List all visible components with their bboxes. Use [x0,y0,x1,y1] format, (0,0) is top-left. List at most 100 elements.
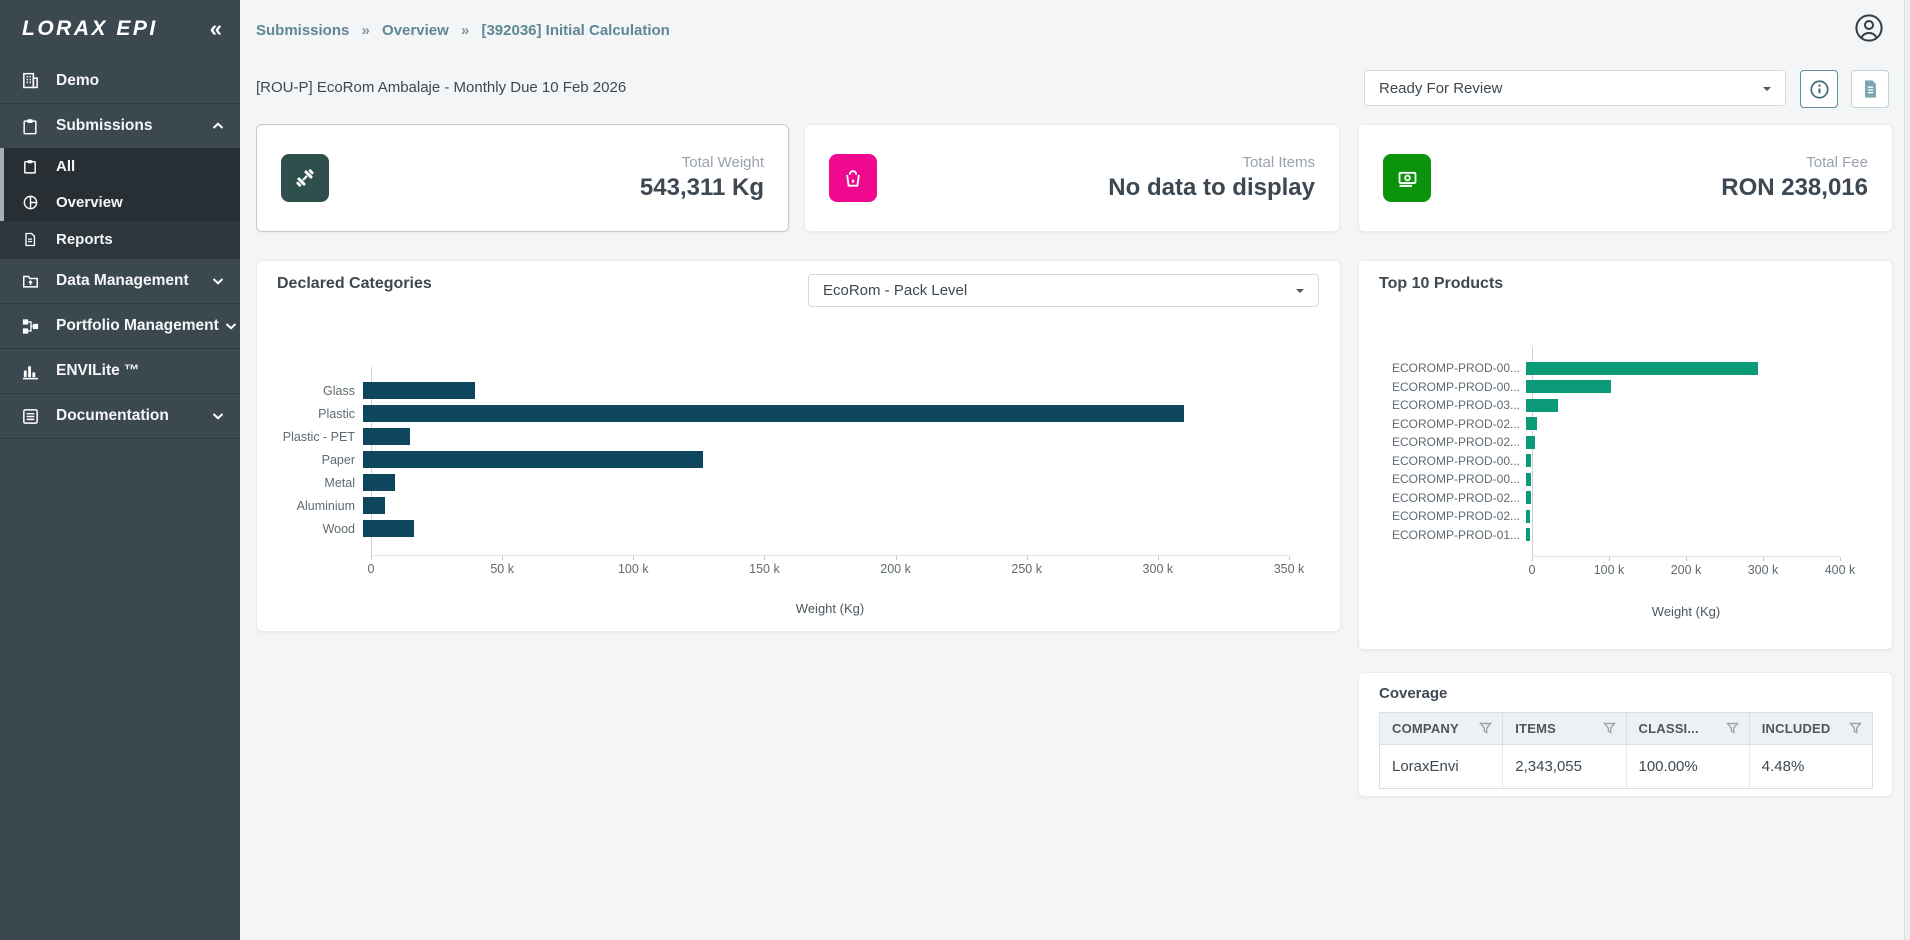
chevron-down-icon [212,277,224,285]
sidebar-item-label: ENVILite ™ [56,362,224,380]
declared-categories-card: Declared Categories EcoRom - Pack Level … [256,260,1341,632]
report-file-button[interactable] [1851,70,1889,108]
x-tick-mark [1840,557,1841,561]
submenu-active-group: All Overview [0,148,240,221]
x-tick-label: 350 k [1274,562,1305,576]
x-axis-ticks: 050 k100 k150 k200 k250 k300 k350 k [371,562,1289,577]
sidebar-item-submissions[interactable]: Submissions [0,103,240,148]
bar-track [1526,491,1834,504]
chevron-down-icon [225,322,237,330]
bar-track [1526,510,1834,523]
bar [1526,436,1535,449]
cash-icon [1383,154,1431,202]
bar [1526,510,1530,523]
bar-track [363,382,1281,399]
weight-icon [281,154,329,202]
x-tick-mark [764,556,765,560]
x-tick-label: 0 [1529,563,1536,577]
category-label: Plastic [277,407,363,421]
filter-funnel-icon[interactable] [1603,722,1616,735]
bar [363,497,385,514]
account-icon[interactable] [1854,13,1884,43]
breadcrumb-current: [392036] Initial Calculation [481,22,669,39]
sidebar-item-documentation[interactable]: Documentation [0,393,240,438]
sidebar-item-reports[interactable]: Reports [0,221,240,258]
column-header-included[interactable]: INCLUDED [1750,713,1872,744]
x-tick-mark [1027,556,1028,560]
category-label: ECOROMP-PROD-00... [1379,380,1526,394]
category-filter-select[interactable]: EcoRom - Pack Level [808,274,1319,307]
bar-row: ECOROMP-PROD-02... [1379,433,1840,452]
bar-track [1526,454,1834,467]
folder-upload-icon [20,271,40,291]
breadcrumb-separator: » [362,22,370,39]
bar [363,520,414,537]
bar-track [363,405,1281,422]
sidebar-nav: Demo Submissions All [0,58,240,439]
hierarchy-icon [20,316,40,336]
x-tick-mark [1532,557,1533,561]
bar-row: Metal [277,471,1289,494]
column-header-company[interactable]: COMPANY [1380,713,1503,744]
sidebar-item-portfolio-management[interactable]: Portfolio Management [0,303,240,348]
column-header-label: INCLUDED [1762,721,1831,736]
breadcrumb-submissions[interactable]: Submissions [256,22,349,39]
status-select[interactable]: Ready For Review [1364,70,1786,106]
filter-funnel-icon[interactable] [1479,722,1492,735]
category-label: ECOROMP-PROD-02... [1379,491,1526,505]
bar-track [1526,399,1834,412]
total-fee-card[interactable]: Total Fee RON 238,016 [1358,124,1893,232]
column-header-items[interactable]: ITEMS [1503,713,1626,744]
column-header-classified[interactable]: CLASSI... [1627,713,1750,744]
breadcrumb-overview[interactable]: Overview [382,22,449,39]
report-icon [20,230,40,250]
bar-row: ECOROMP-PROD-00... [1379,359,1840,378]
cell-classified: 100.00% [1627,745,1750,788]
sidebar-collapse-icon[interactable]: « [210,18,222,40]
x-tick-label: 50 k [490,562,514,576]
bars-area: ECOROMP-PROD-00... ECOROMP-PROD-00... ECOR… [1379,359,1840,544]
bar-row: ECOROMP-PROD-00... [1379,378,1840,397]
chevron-down-icon [212,412,224,420]
total-items-card[interactable]: Total Items No data to display [804,124,1340,232]
category-label: Metal [277,476,363,490]
bar [363,405,1184,422]
filter-funnel-icon[interactable] [1726,722,1739,735]
sidebar-item-envilite[interactable]: ENVILite ™ [0,348,240,393]
table-header-row: COMPANY ITEMS CLASSI... [1380,713,1872,745]
breadcrumb-separator: » [461,22,469,39]
page-scrollbar[interactable] [1904,0,1910,940]
x-tick-label: 100 k [1594,563,1625,577]
stat-value: RON 238,016 [1721,174,1868,202]
filter-funnel-icon[interactable] [1849,722,1862,735]
x-tick-mark [1686,557,1687,561]
sidebar-item-demo[interactable]: Demo [0,58,240,103]
clipboard-icon [20,156,40,176]
x-tick-label: 200 k [880,562,911,576]
top-products-chart: ECOROMP-PROD-00... ECOROMP-PROD-00... ECOR… [1379,359,1840,619]
top-products-card: Top 10 Products ECOROMP-PROD-00...ECOROM… [1358,260,1893,650]
bar-row: ECOROMP-PROD-02... [1379,507,1840,526]
bar [1526,362,1758,375]
bar [363,382,475,399]
sidebar-item-all[interactable]: All [0,148,240,184]
category-label: Plastic - PET [277,430,363,444]
bar-track [1526,380,1834,393]
x-tick-label: 200 k [1671,563,1702,577]
category-label: ECOROMP-PROD-00... [1379,454,1526,468]
breadcrumb: Submissions » Overview » [392036] Initia… [256,22,670,39]
declared-categories-chart: GlassPlasticPlastic - PETPaperMetalAlumi… [277,379,1289,616]
active-trail-indicator [0,148,4,221]
cell-included: 4.48% [1750,745,1872,788]
total-weight-card[interactable]: Total Weight 543,311 Kg [256,124,789,232]
sidebar-item-overview[interactable]: Overview [0,184,240,221]
coverage-table: COMPANY ITEMS CLASSI... [1379,712,1873,789]
sidebar-item-label: Demo [56,72,224,90]
x-axis: 0100 k200 k300 k400 k [1532,556,1840,578]
info-button[interactable] [1800,70,1838,108]
column-header-label: ITEMS [1515,721,1556,736]
bar-chart-icon [20,361,40,381]
sidebar-item-data-management[interactable]: Data Management [0,258,240,303]
x-axis-line [371,555,1289,556]
bar-row: ECOROMP-PROD-03... [1379,396,1840,415]
